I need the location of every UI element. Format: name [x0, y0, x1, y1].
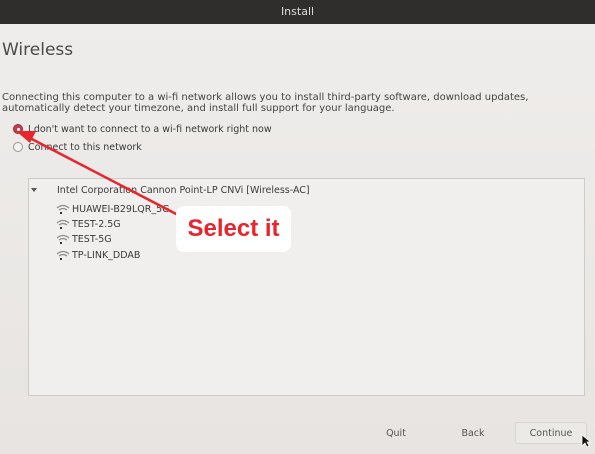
mouse-pointer-icon	[581, 434, 591, 448]
adapter-name: Intel Corporation Cannon Point-LP CNVi […	[57, 184, 310, 196]
window-titlebar: Install	[0, 0, 595, 24]
radio-no-connect[interactable]: I don't want to connect to a wi-fi netwo…	[13, 122, 272, 136]
radio-connect-label: Connect to this network	[28, 141, 142, 153]
network-ssid: HUAWEI-B29LQR_5G	[72, 203, 170, 215]
radio-connect[interactable]: Connect to this network	[13, 140, 142, 154]
network-item[interactable]: TEST-2.5G	[56, 218, 121, 230]
quit-button[interactable]: Quit	[372, 422, 420, 444]
wifi-icon	[56, 234, 70, 244]
page-description: Connecting this computer to a wi-fi netw…	[2, 92, 529, 114]
network-item[interactable]: TEST-5G	[56, 233, 112, 245]
radio-no-connect-label: I don't want to connect to a wi-fi netwo…	[28, 123, 272, 135]
back-button[interactable]: Back	[448, 422, 498, 444]
wifi-icon	[56, 219, 70, 229]
adapter-row[interactable]: Intel Corporation Cannon Point-LP CNVi […	[31, 184, 310, 196]
window-title: Install	[280, 5, 315, 18]
installer-page: Wireless Connecting this computer to a w…	[0, 24, 595, 454]
network-list[interactable]: Intel Corporation Cannon Point-LP CNVi […	[28, 178, 585, 396]
network-ssid: TEST-2.5G	[72, 218, 121, 230]
radio-unchecked-icon[interactable]	[13, 142, 23, 152]
page-title: Wireless	[2, 40, 74, 60]
wifi-icon	[56, 204, 70, 214]
wifi-icon	[56, 250, 70, 260]
network-item[interactable]: HUAWEI-B29LQR_5G	[56, 203, 170, 215]
network-ssid: TEST-5G	[72, 233, 112, 245]
network-ssid: TP-LINK_DDAB	[72, 249, 141, 261]
radio-checked-icon[interactable]	[13, 124, 23, 134]
annotation-callout: Select it	[176, 206, 291, 252]
continue-button[interactable]: Continue	[515, 422, 587, 444]
expand-arrow-icon[interactable]	[31, 188, 37, 192]
network-item[interactable]: TP-LINK_DDAB	[56, 249, 140, 261]
